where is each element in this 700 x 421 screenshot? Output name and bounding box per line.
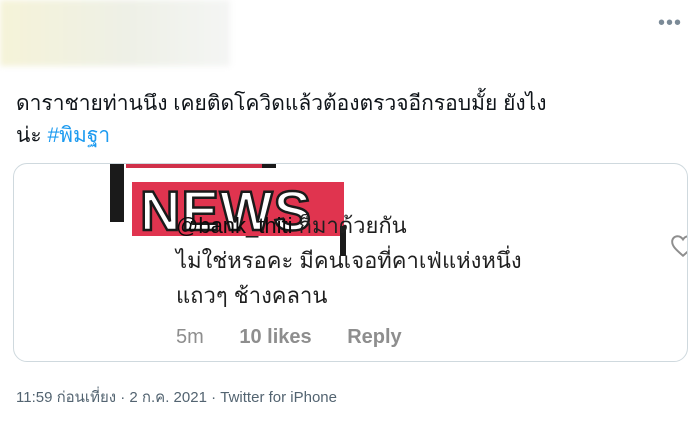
- blurred-author-header: [0, 0, 230, 66]
- tweet-footer: 11:59 ก่อนเที่ยง · 2 ก.ค. 2021 · Twitter…: [16, 389, 337, 406]
- comment-line3: แถวๆ ช้างคลาน: [176, 283, 328, 308]
- comment-likes[interactable]: 10 likes: [239, 326, 311, 348]
- tweet-screenshot: ••• ดาราชายท่านนึง เคยติดโควิดแล้วต้องตร…: [0, 0, 700, 421]
- heart-outline-icon[interactable]: [670, 234, 688, 258]
- comment-line2: ไม่ใช่หรอคะ มีคนเจอที่คาเฟ่แห่งหนึ่ง: [176, 248, 522, 273]
- tweet-text-line2: น่ะ #พิมฐา: [16, 124, 111, 147]
- comment-time: 5m: [176, 326, 204, 348]
- comment-reply-button[interactable]: Reply: [347, 326, 401, 348]
- quoted-image-card[interactable]: NEWS @bank_thiti ก็มาด้วยกัน ไม่ใช่หรอคะ…: [13, 163, 688, 362]
- comment-meta: 5m 10 likes Reply: [176, 326, 432, 349]
- tweet-timestamp[interactable]: 11:59 ก่อนเที่ยง: [16, 389, 116, 406]
- more-horizontal-icon[interactable]: •••: [658, 12, 682, 35]
- comment-line1: @bank_thiti ก็มาด้วยกัน: [176, 213, 407, 238]
- tweet-source[interactable]: Twitter for iPhone: [220, 389, 337, 406]
- tweet-date[interactable]: 2 ก.ค. 2021: [129, 389, 207, 406]
- tweet-body: ดาราชายท่านนึง เคยติดโควิดแล้วต้องตรวจอี…: [16, 88, 676, 152]
- comment-username[interactable]: @bank_thiti: [176, 213, 293, 238]
- comment-text: @bank_thiti ก็มาด้วยกัน ไม่ใช่หรอคะ มีคน…: [176, 208, 522, 313]
- tweet-text-line1: ดาราชายท่านนึง เคยติดโควิดแล้วต้องตรวจอี…: [16, 92, 547, 115]
- hashtag-link[interactable]: #พิมฐา: [47, 124, 110, 147]
